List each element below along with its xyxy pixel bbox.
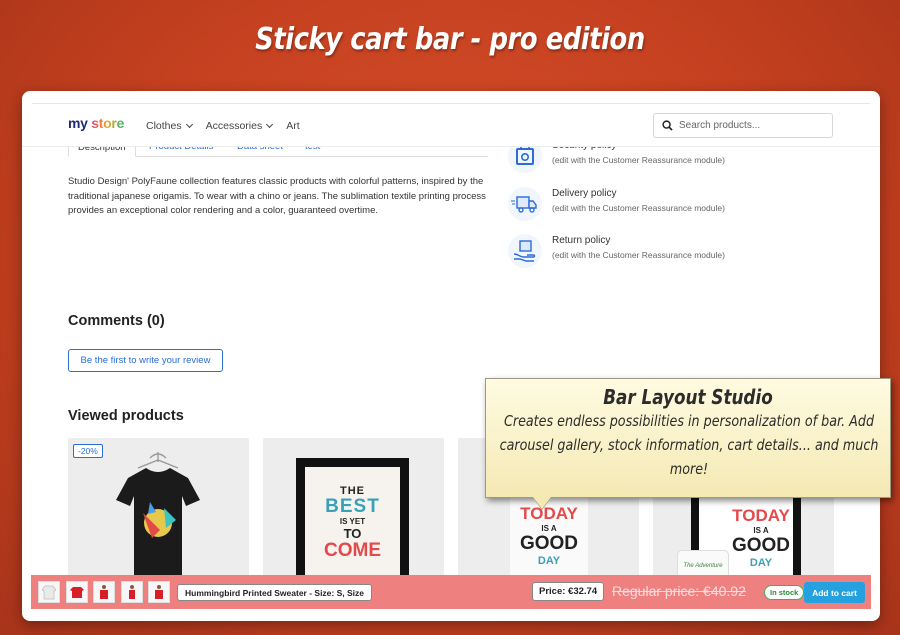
product-card-tshirt[interactable]: -20% bbox=[68, 438, 249, 598]
product-price: Price: €32.74 bbox=[532, 582, 605, 601]
search-input[interactable]: Search products... bbox=[653, 113, 833, 138]
viewed-products-heading: Viewed products bbox=[68, 408, 184, 424]
add-to-cart-button[interactable]: Add to cart bbox=[804, 582, 865, 603]
write-review-button[interactable]: Be the first to write your review bbox=[68, 349, 223, 372]
gallery-thumb-5[interactable] bbox=[148, 581, 170, 603]
reassurance-delivery: Delivery policy (edit with the Customer R… bbox=[508, 187, 725, 221]
nav-item-clothes[interactable]: Clothes bbox=[146, 120, 193, 132]
stock-badge: In stock bbox=[764, 585, 805, 600]
product-name: Hummingbird Printed Sweater - Size: S, S… bbox=[177, 584, 373, 601]
search-placeholder: Search products... bbox=[679, 120, 761, 131]
gallery-thumb-4[interactable] bbox=[121, 581, 143, 603]
discount-badge: -20% bbox=[73, 444, 103, 458]
store-screenshot: my store Clothes Accessories Art Search … bbox=[22, 91, 880, 621]
truck-icon bbox=[508, 187, 542, 221]
product-description: Studio Design' PolyFaune collection feat… bbox=[68, 176, 486, 216]
tshirt-image bbox=[116, 452, 200, 578]
nav-item-art[interactable]: Art bbox=[286, 120, 299, 132]
banner-title: Sticky cart bar - pro edition bbox=[255, 22, 645, 57]
regular-price: Regular price: €40.92 bbox=[612, 583, 746, 599]
gallery-thumb-1[interactable] bbox=[38, 581, 60, 603]
comments-heading: Comments (0) bbox=[68, 313, 165, 329]
site-header: my store Clothes Accessories Art Search … bbox=[22, 104, 880, 147]
sticky-cart-bar: Hummingbird Printed Sweater - Size: S, S… bbox=[31, 575, 871, 609]
main-nav: Clothes Accessories Art bbox=[146, 120, 300, 132]
gallery-thumb-2[interactable] bbox=[66, 581, 88, 603]
product-card-poster[interactable]: THE BEST IS YET TO COME bbox=[263, 438, 444, 598]
chevron-down-icon bbox=[266, 120, 274, 129]
return-box-icon bbox=[508, 234, 542, 268]
nav-item-accessories[interactable]: Accessories bbox=[206, 120, 274, 132]
search-icon bbox=[662, 120, 673, 131]
callout-tail bbox=[533, 497, 551, 509]
callout-body: Creates endless possibilities in persona… bbox=[499, 412, 879, 478]
feature-callout: Bar Layout Studio Creates endless possib… bbox=[485, 378, 891, 509]
chevron-down-icon bbox=[185, 120, 193, 129]
callout-title: Bar Layout Studio bbox=[603, 385, 773, 409]
gallery-thumb-3[interactable] bbox=[93, 581, 115, 603]
reassurance-return: Return policy (edit with the Customer Rea… bbox=[508, 234, 725, 268]
store-logo[interactable]: my store bbox=[68, 115, 124, 131]
